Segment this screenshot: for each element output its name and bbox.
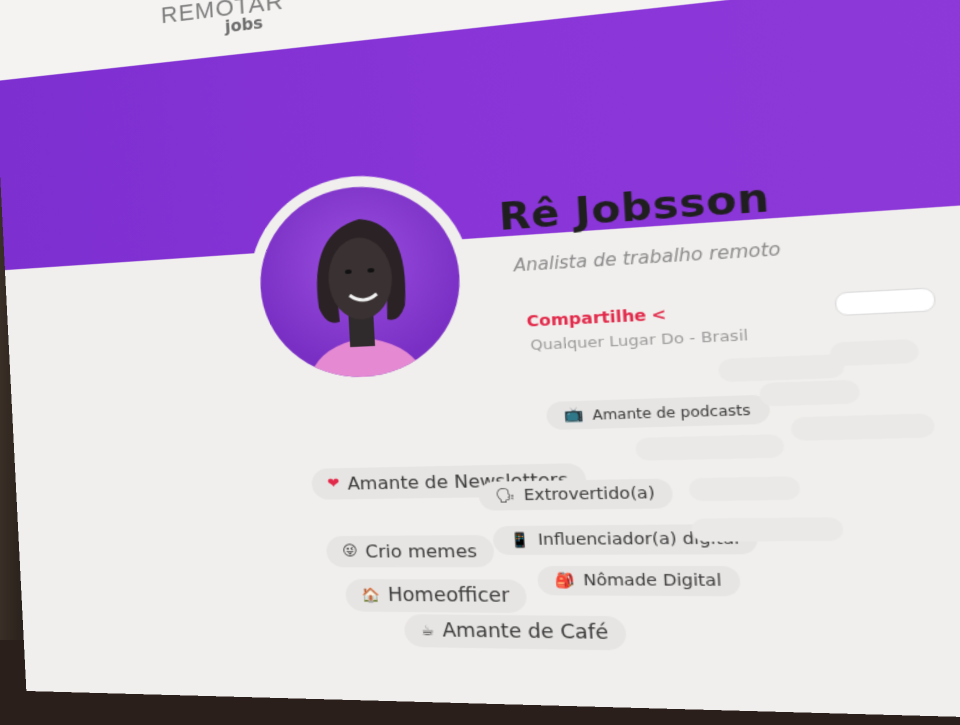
tag-chip[interactable] (829, 338, 920, 367)
tag-label: Amante de podcasts (591, 401, 751, 423)
profile-location: Qualquer Lugar Do - Brasil (529, 327, 749, 355)
tag-chip[interactable] (690, 517, 844, 542)
coffee-icon: ☕ (420, 622, 435, 640)
tag-chip[interactable] (634, 434, 785, 461)
tag-chip[interactable]: 📺 Amante de podcasts (545, 394, 770, 431)
tag-label: Nômade Digital (582, 571, 723, 591)
profile-title: Analista de trabalho remoto (513, 238, 782, 276)
social-button[interactable] (834, 287, 937, 317)
tag-label: Crio memes (364, 540, 478, 562)
tag-chip[interactable]: 🏠 Homeofficer (344, 579, 528, 614)
backpack-icon: 🎒 (554, 572, 576, 590)
tag-chip[interactable]: 🗣 Extrovertido(a) (478, 478, 674, 511)
tag-label: Extrovertido(a) (523, 484, 656, 505)
tag-chip[interactable] (688, 476, 801, 502)
speech-icon: 🗣 (495, 487, 516, 505)
phone-icon: 📱 (509, 531, 531, 549)
browser-viewport: REMOTAR jobs Rê Jobsson Analista de trab… (0, 0, 960, 725)
share-label: Compartilhe (526, 307, 647, 332)
tag-label: Amante de Café (441, 620, 610, 645)
tag-chip[interactable]: 🎒 Nômade Digital (536, 565, 741, 597)
tag-chip[interactable] (790, 413, 936, 441)
share-link[interactable]: Compartilhe < (526, 306, 667, 331)
heart-icon: ❤ (326, 475, 341, 493)
tv-icon: 📺 (563, 406, 585, 424)
tag-chip[interactable]: ☕ Amante de Café (403, 614, 627, 651)
tag-chip[interactable]: 😜 Crio memes (325, 534, 495, 568)
emoji-icon: 😜 (341, 543, 358, 560)
tag-label: Homeofficer (387, 584, 511, 608)
tag-chip[interactable] (758, 379, 861, 407)
tag-chip[interactable] (717, 353, 846, 383)
brand-logo[interactable]: REMOTAR jobs (160, 0, 285, 44)
share-icon: < (650, 305, 667, 326)
house-icon: 🏠 (361, 587, 381, 604)
